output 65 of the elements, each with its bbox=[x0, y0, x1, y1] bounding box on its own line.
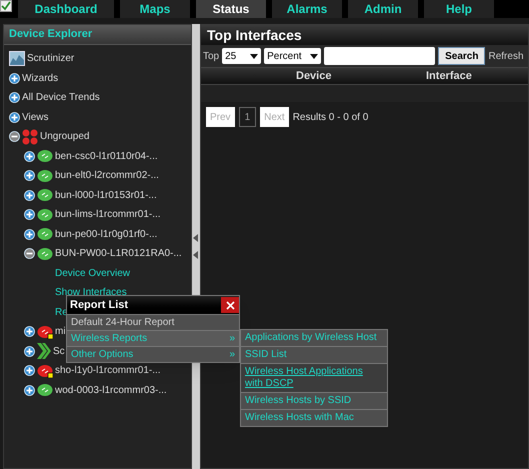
search-field[interactable] bbox=[324, 47, 436, 65]
expand-icon[interactable] bbox=[24, 346, 35, 357]
tree-item[interactable]: bun-l000-l1r0153r01-... bbox=[55, 188, 157, 203]
tree-item[interactable]: Scrutinizer bbox=[27, 51, 74, 66]
expand-icon[interactable] bbox=[24, 170, 35, 182]
nav-tab[interactable]: Alarms bbox=[272, 0, 342, 18]
tree-item[interactable]: Views bbox=[22, 110, 48, 125]
caret-icon bbox=[250, 54, 258, 58]
nav-tab[interactable]: Maps bbox=[120, 0, 190, 18]
tree-item[interactable]: mi bbox=[55, 324, 66, 340]
collapse-arrow-icon[interactable] bbox=[192, 234, 200, 242]
menu-item[interactable]: Default 24-Hour Report bbox=[67, 314, 239, 330]
top-label: Top bbox=[203, 50, 220, 64]
nav-tab[interactable]: Status bbox=[196, 0, 266, 18]
refresh-link[interactable]: Refresh bbox=[488, 48, 524, 64]
menu-item[interactable]: Other Options » bbox=[67, 346, 239, 362]
count-select[interactable]: 25 bbox=[222, 48, 262, 64]
expand-icon[interactable] bbox=[24, 228, 35, 240]
submenu-item[interactable]: Wireless Host Applications with DSCP bbox=[241, 363, 387, 392]
close-icon bbox=[226, 300, 234, 310]
submenu-arrow: » bbox=[229, 348, 235, 362]
panel-header: Device Explorer bbox=[4, 25, 191, 45]
check-icon bbox=[0, 0, 12, 12]
expand-icon[interactable] bbox=[24, 384, 35, 396]
tree-link[interactable]: Device Overview bbox=[55, 266, 130, 281]
expand-icon[interactable] bbox=[24, 190, 35, 201]
caret-icon bbox=[310, 54, 318, 58]
column-header: Interface bbox=[426, 68, 472, 84]
tree-item[interactable]: Sc bbox=[53, 344, 65, 359]
page-button[interactable]: 1 bbox=[238, 107, 256, 127]
panel-title: Top Interfaces bbox=[201, 25, 528, 45]
expand-icon[interactable] bbox=[24, 365, 35, 376]
expand-icon[interactable] bbox=[9, 72, 20, 84]
tree-item[interactable]: sho-l1y0-l1rcommr01-... bbox=[55, 363, 161, 378]
tree-item[interactable]: Ungrouped bbox=[40, 129, 90, 144]
tree-item[interactable]: wod-0003-l1rcommr03-... bbox=[55, 382, 167, 398]
results-text: Results 0 - 0 of 0 bbox=[292, 110, 368, 124]
tree-item[interactable]: BUN-PW00-L1R0121RA0-... bbox=[55, 246, 182, 262]
chart-logo-icon bbox=[9, 51, 25, 66]
tree-item[interactable]: bun-lims-l1rcommr01-... bbox=[55, 207, 161, 222]
cluster-icon bbox=[22, 128, 38, 145]
nav-tab[interactable]: Help bbox=[424, 0, 494, 18]
tree-item[interactable]: All Device Trends bbox=[22, 90, 100, 106]
expand-icon[interactable] bbox=[24, 150, 35, 162]
collapse-icon[interactable] bbox=[9, 131, 20, 142]
expand-icon[interactable] bbox=[24, 209, 35, 220]
chevron-icon bbox=[37, 343, 51, 360]
nav-tab[interactable]: Admin bbox=[348, 0, 418, 18]
tree-item[interactable]: Wizards bbox=[22, 70, 58, 86]
unit-select[interactable]: Percent bbox=[264, 48, 322, 64]
tree-item[interactable]: bun-pe00-l1r0g01rf0-... bbox=[55, 226, 158, 242]
expand-icon[interactable] bbox=[9, 92, 20, 104]
collapse-arrow-icon[interactable] bbox=[192, 251, 200, 259]
submenu-arrow: » bbox=[229, 332, 235, 346]
tree-item[interactable]: bun-elt0-l2rcommr02-... bbox=[55, 168, 159, 184]
expand-icon[interactable] bbox=[9, 112, 20, 123]
menu-item[interactable]: Wireless Reports » bbox=[67, 330, 239, 346]
expand-icon[interactable] bbox=[24, 326, 35, 338]
collapse-icon[interactable] bbox=[24, 248, 35, 260]
search-button[interactable]: Search bbox=[438, 47, 486, 65]
tree-item[interactable]: ben-csc0-l1r0110r04-... bbox=[55, 148, 158, 164]
nav-tab[interactable]: Dashboard bbox=[18, 0, 114, 18]
column-header: Device bbox=[296, 68, 332, 84]
menu-title: Report List bbox=[70, 298, 128, 313]
close-button[interactable] bbox=[221, 297, 239, 313]
